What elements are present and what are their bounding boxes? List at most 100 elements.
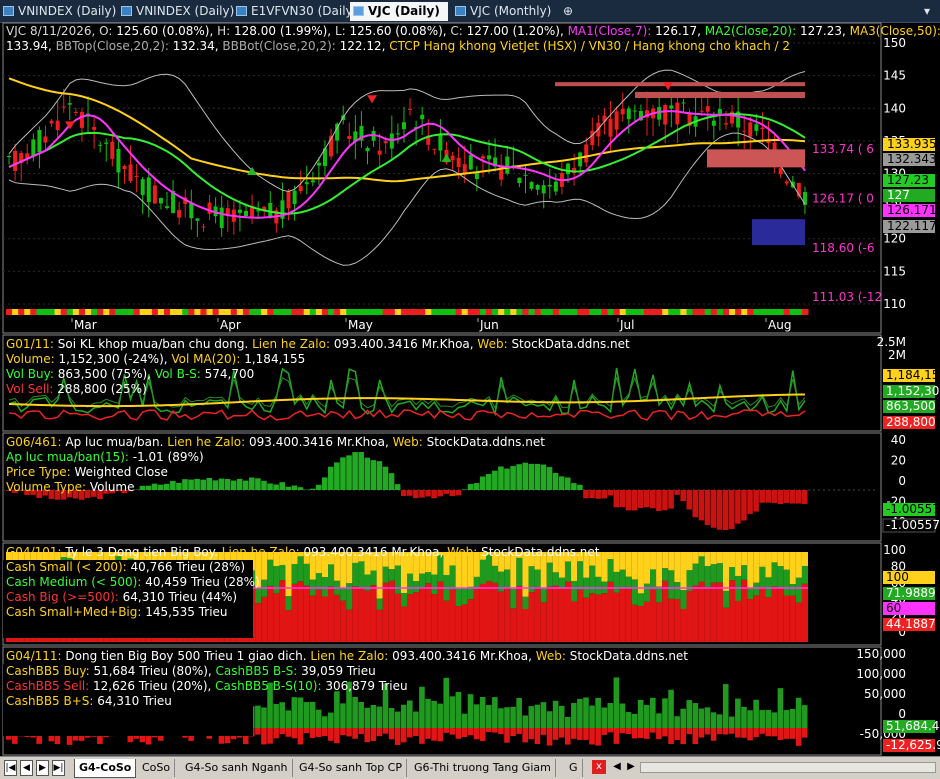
cash-medium-bar: [510, 589, 516, 608]
cash-big-bar: [437, 581, 443, 642]
cash-big-bar: [614, 593, 620, 642]
candle-body: [469, 155, 473, 169]
candle-body: [517, 178, 521, 183]
pressure-bar: [577, 485, 583, 490]
value-tag-label: 1,184,155: [886, 368, 940, 382]
last-sheet-icon[interactable]: ▶|: [52, 760, 65, 776]
pressure-bar: [158, 485, 164, 490]
bb5-buy-bar: [583, 697, 589, 728]
trend-strip-cell: [699, 309, 706, 315]
candle-body: [92, 127, 96, 130]
scroll-left-icon[interactable]: ◀: [610, 760, 624, 774]
chart-tab-2[interactable]: E1VFVN30 (Daily): [233, 2, 347, 21]
value-tag-label: 1,152,300: [886, 384, 940, 398]
trend-strip-cell: [492, 309, 499, 315]
y-tick-label: 40: [891, 433, 906, 447]
cash-small-bar: [759, 552, 765, 567]
close-sheet-icon[interactable]: x: [592, 760, 606, 774]
legend-text: 64,310 Trieu: [97, 694, 172, 708]
bb5-sell-bar: [474, 728, 480, 739]
candle-body: [481, 156, 485, 158]
next-sheet-icon[interactable]: ▶: [36, 760, 49, 776]
prev-sheet-icon[interactable]: ◀: [20, 760, 33, 776]
chart-tab-3[interactable]: VJC (Daily): [350, 2, 448, 21]
sheet-tab-1[interactable]: CoSo: [138, 759, 175, 777]
first-sheet-icon[interactable]: |◀: [4, 760, 17, 776]
tab-menu-icon[interactable]: ▾: [922, 2, 938, 21]
cash-medium-bar: [577, 561, 583, 590]
chart-tab-1[interactable]: VNINDEX (Daily): [118, 2, 230, 21]
chart-canvas[interactable]: 150145140135130125120115110133.74 ( 6126…: [0, 22, 940, 756]
trend-strip-cell: [322, 309, 329, 315]
trend-strip-cell: [188, 309, 195, 315]
cash-medium-bar: [802, 566, 808, 584]
bb5-sell-bar: [371, 728, 377, 741]
horizontal-scrollbar[interactable]: [640, 762, 936, 773]
month-label: May: [348, 318, 373, 332]
legend-text: StockData.ddns.net: [427, 435, 546, 449]
pressure-bar: [735, 490, 741, 524]
bb5-sell-bar: [383, 728, 389, 734]
trend-strip-cell: [219, 309, 226, 315]
candle-body: [420, 115, 424, 119]
trend-strip-cell: [790, 309, 797, 315]
legend-line: Cash Big (>=500): 64,310 Trieu (44%): [6, 590, 237, 604]
bb5-sell-bar: [553, 728, 559, 740]
cash-medium-bar: [255, 589, 261, 603]
bb5-sell-bar: [680, 728, 686, 744]
cash-small-bar: [620, 552, 626, 570]
candle-body: [457, 158, 461, 167]
pressure-bar: [462, 489, 468, 490]
chart-tab-label: VNINDEX (Daily): [136, 4, 234, 18]
y-tick-label: 100: [883, 543, 906, 557]
bb5-buy-bar: [292, 697, 298, 728]
trend-strip-cell: [705, 309, 712, 315]
pressure-bar: [182, 479, 188, 490]
cash-big-bar: [328, 587, 334, 642]
trend-strip-cell: [279, 309, 286, 315]
bb5-sell-bar: [765, 728, 771, 736]
cash-medium-bar: [377, 598, 383, 609]
trend-strip-cell: [626, 309, 633, 315]
scroll-right-icon[interactable]: ▶: [624, 760, 638, 774]
add-tab-icon[interactable]: ⊕: [560, 2, 580, 21]
cash-medium-bar: [595, 577, 601, 595]
sheet-tab-3[interactable]: G4-So sanh Top CP: [295, 759, 407, 777]
trend-strip-cell: [164, 309, 171, 315]
bb5-sell-bar: [686, 728, 692, 734]
trend-strip-cell: [480, 309, 487, 315]
cash-medium-bar: [316, 573, 322, 590]
cash-big-bar: [778, 588, 784, 642]
trend-strip-cell: [91, 309, 98, 315]
bb5-buy-bar: [486, 705, 492, 728]
legend-line: Cash Medium (< 500): 40,459 Trieu (28%): [6, 575, 260, 589]
sheet-tab-5[interactable]: G: [565, 759, 583, 777]
cash-big-bar: [304, 586, 310, 642]
bb5-buy-bar: [261, 707, 267, 728]
legend-text: Vol B-S:: [155, 367, 205, 381]
sheet-tab-2[interactable]: G4-So sanh Nganh: [181, 759, 293, 777]
trend-strip-cell: [765, 309, 772, 315]
bb5-sell-bar: [668, 728, 674, 744]
pressure-bar: [784, 490, 790, 503]
sheet-tab-4[interactable]: G6-Thi truong Tang Giam: [410, 759, 556, 777]
chart-tab-4[interactable]: VJC (Monthly): [452, 2, 560, 21]
bb5-sell-bar: [292, 728, 298, 738]
cash-small-bar: [632, 552, 638, 579]
pressure-bar: [419, 490, 425, 498]
trend-strip-cell: [474, 309, 481, 315]
chart-tab-0[interactable]: VNINDEX (Daily): [0, 2, 115, 21]
cash-big-bar: [784, 596, 790, 642]
trend-strip-cell: [170, 309, 177, 315]
trend-strip-cell: [462, 309, 469, 315]
candle-body: [627, 109, 631, 120]
cash-medium-bar: [747, 587, 753, 599]
trend-strip-cell: [468, 309, 475, 315]
cash-medium-bar: [413, 581, 419, 592]
bb5-buy-bar: [796, 698, 802, 728]
sheet-tab-0[interactable]: G4-CoSo: [74, 759, 136, 778]
cash-big-bar: [529, 592, 535, 642]
candle-body: [590, 131, 594, 145]
cash-big-bar: [565, 582, 571, 642]
cash-small-bar: [601, 552, 607, 581]
